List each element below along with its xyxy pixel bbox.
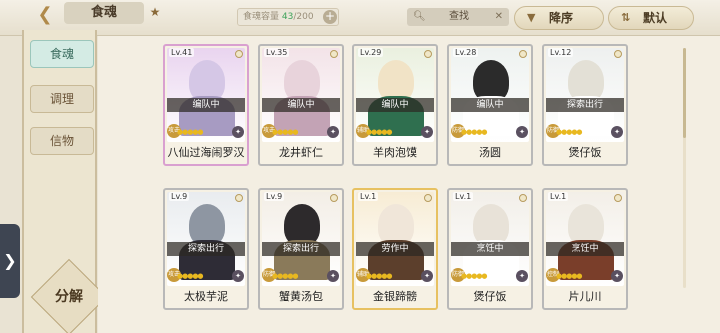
status-badge: 编队中 bbox=[167, 98, 245, 112]
star-rating-icon: ●●●●● bbox=[366, 128, 393, 136]
skill-icon: ✦ bbox=[232, 126, 244, 138]
character-name: 八仙过海闹罗汉 bbox=[165, 144, 247, 162]
capacity-display: 食魂容量 43/200 + bbox=[237, 8, 339, 26]
character-name: 太极芋泥 bbox=[165, 288, 247, 306]
skill-icon: ✦ bbox=[327, 270, 339, 282]
character-card[interactable]: Lv.35 编队中 攻击 ●●●●● ✦ 龙井虾仁 bbox=[258, 44, 344, 166]
capacity-current: 43 bbox=[281, 12, 294, 22]
capacity-label: 食魂容量 bbox=[243, 12, 280, 22]
status-badge: 编队中 bbox=[356, 98, 434, 112]
star-rating-icon: ●●●●● bbox=[461, 128, 488, 136]
star-rating-icon: ●●●●● bbox=[556, 128, 583, 136]
character-level: Lv.35 bbox=[264, 48, 290, 57]
character-level: Lv.41 bbox=[169, 48, 195, 57]
scrollbar-thumb[interactable] bbox=[683, 48, 686, 138]
character-level: Lv.28 bbox=[453, 48, 479, 57]
character-card[interactable]: Lv.1 劳作中 辅助 ●●●●● ✦ 金银蹄髈 bbox=[352, 188, 438, 310]
status-badge: 探索出行 bbox=[546, 98, 624, 112]
character-level: Lv.29 bbox=[358, 48, 384, 57]
star-rating-icon: ●●●●● bbox=[177, 272, 204, 280]
character-level: Lv.1 bbox=[548, 192, 569, 201]
character-card[interactable]: Lv.28 编队中 防御 ●●●●● ✦ 汤圆 bbox=[447, 44, 533, 166]
status-badge: 烹饪中 bbox=[546, 242, 624, 256]
character-name: 金银蹄髈 bbox=[354, 288, 436, 306]
skill-icon: ✦ bbox=[421, 126, 433, 138]
favorite-icon bbox=[330, 50, 338, 58]
sort-arrows-icon: ⇅ bbox=[621, 11, 631, 24]
favorite-icon bbox=[614, 194, 622, 202]
favorite-icon bbox=[424, 50, 432, 58]
sort-default-button[interactable]: ⇅ 默认 bbox=[608, 6, 694, 30]
sort-default-label: 默认 bbox=[643, 11, 668, 25]
status-badge: 编队中 bbox=[262, 98, 340, 112]
character-card[interactable]: Lv.9 探索出行 防御 ●●●●● ✦ 蟹黄汤包 bbox=[258, 188, 344, 310]
character-name: 煲仔饭 bbox=[544, 144, 626, 162]
search-input[interactable]: 🔍︎ 查找 ✕ bbox=[407, 8, 509, 26]
tab-seasoning[interactable]: 调理 bbox=[30, 85, 94, 113]
close-icon[interactable]: ✕ bbox=[495, 8, 503, 26]
status-badge: 编队中 bbox=[451, 98, 529, 112]
star-rating-icon: ●●●●● bbox=[272, 128, 299, 136]
status-badge: 烹饪中 bbox=[451, 242, 529, 256]
star-rating-icon: ●●●●● bbox=[366, 272, 393, 280]
sort-order-button[interactable]: ▼ 降序 bbox=[514, 6, 604, 30]
star-rating-icon: ●●●●● bbox=[461, 272, 488, 280]
character-level: Lv.9 bbox=[169, 192, 190, 201]
star-rating-icon: ●●●●● bbox=[272, 272, 299, 280]
skill-icon: ✦ bbox=[611, 126, 623, 138]
star-icon[interactable]: ★ bbox=[147, 4, 163, 20]
expand-panel-button[interactable]: ❯ bbox=[0, 224, 20, 298]
card-grid: Lv.41 编队中 攻击 ●●●●● ✦ 八仙过海闹罗汉 Lv.35 编队中 攻… bbox=[98, 36, 720, 333]
character-level: Lv.1 bbox=[358, 192, 379, 201]
character-level: Lv.9 bbox=[264, 192, 285, 201]
skill-icon: ✦ bbox=[611, 270, 623, 282]
favorite-icon bbox=[424, 194, 432, 202]
left-sidebar: 食魂 调理 信物 分解 bbox=[22, 30, 108, 333]
skill-icon: ✦ bbox=[516, 126, 528, 138]
character-card[interactable]: Lv.9 探索出行 攻击 ●●●●● ✦ 太极芋泥 bbox=[163, 188, 249, 310]
character-card[interactable]: Lv.29 编队中 辅助 ●●●●● ✦ 羊肉泡馍 bbox=[352, 44, 438, 166]
search-label: 查找 bbox=[449, 11, 469, 22]
capacity-max: /200 bbox=[293, 12, 314, 22]
tab-tokens[interactable]: 信物 bbox=[30, 127, 94, 155]
character-card[interactable]: Lv.1 烹饪中 控制 ●●●●● ✦ 片儿川 bbox=[542, 188, 628, 310]
character-card[interactable]: Lv.41 编队中 攻击 ●●●●● ✦ 八仙过海闹罗汉 bbox=[163, 44, 249, 166]
character-level: Lv.12 bbox=[548, 48, 574, 57]
status-badge: 劳作中 bbox=[356, 242, 434, 256]
status-badge: 探索出行 bbox=[167, 242, 245, 256]
favorite-icon bbox=[235, 194, 243, 202]
tab-food-soul[interactable]: 食魂 bbox=[30, 40, 94, 68]
character-name: 蟹黄汤包 bbox=[260, 288, 342, 306]
favorite-icon bbox=[614, 50, 622, 58]
sort-order-label: 降序 bbox=[549, 11, 574, 25]
character-name: 煲仔饭 bbox=[449, 288, 531, 306]
back-arrow-icon[interactable]: ❮ bbox=[30, 4, 60, 26]
character-name: 片儿川 bbox=[544, 288, 626, 306]
page-title: 食魂 bbox=[64, 2, 144, 24]
top-bar: ❮ 食魂 ★ 食魂容量 43/200 + 🔍︎ 查找 ✕ ▼ 降序 ⇅ 默认 bbox=[0, 0, 720, 36]
star-rating-icon: ●●●●● bbox=[556, 272, 583, 280]
star-rating-icon: ●●●●● bbox=[177, 128, 204, 136]
decompose-button[interactable]: 分解 bbox=[44, 286, 94, 308]
chevron-down-icon: ▼ bbox=[527, 11, 536, 24]
favorite-icon bbox=[519, 50, 527, 58]
favorite-icon bbox=[330, 194, 338, 202]
character-card[interactable]: Lv.1 烹饪中 防御 ●●●●● ✦ 煲仔饭 bbox=[447, 188, 533, 310]
skill-icon: ✦ bbox=[421, 270, 433, 282]
search-icon: 🔍︎ bbox=[413, 11, 426, 22]
add-capacity-button[interactable]: + bbox=[323, 10, 337, 24]
skill-icon: ✦ bbox=[327, 126, 339, 138]
character-name: 羊肉泡馍 bbox=[354, 144, 436, 162]
status-badge: 探索出行 bbox=[262, 242, 340, 256]
skill-icon: ✦ bbox=[516, 270, 528, 282]
favorite-icon bbox=[235, 50, 243, 58]
character-card[interactable]: Lv.12 探索出行 防御 ●●●●● ✦ 煲仔饭 bbox=[542, 44, 628, 166]
character-name: 龙井虾仁 bbox=[260, 144, 342, 162]
skill-icon: ✦ bbox=[232, 270, 244, 282]
character-name: 汤圆 bbox=[449, 144, 531, 162]
character-level: Lv.1 bbox=[453, 192, 474, 201]
favorite-icon bbox=[519, 194, 527, 202]
